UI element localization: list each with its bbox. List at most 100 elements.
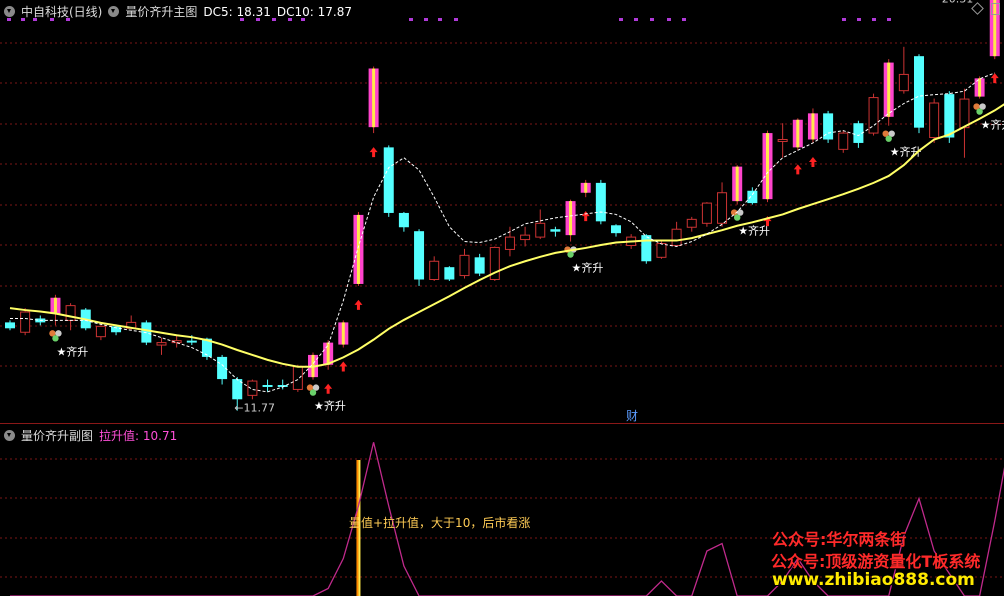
candle[interactable] bbox=[247, 379, 258, 400]
collapse-circle-icon[interactable] bbox=[4, 6, 15, 17]
candle[interactable] bbox=[414, 229, 425, 286]
top-signal-dot bbox=[667, 18, 671, 21]
candle-body-up bbox=[717, 192, 728, 224]
candle-body-up bbox=[959, 98, 970, 129]
candle[interactable] bbox=[701, 202, 712, 227]
candle-body-up bbox=[247, 380, 258, 396]
candle[interactable] bbox=[611, 224, 621, 237]
candle-body-down bbox=[383, 147, 394, 213]
top-signal-dot bbox=[887, 18, 891, 21]
candle-body-core bbox=[53, 297, 57, 315]
candle-body-down bbox=[262, 385, 273, 387]
candle-body-core bbox=[978, 78, 982, 97]
signal-label: ★齐升 bbox=[314, 399, 346, 413]
candle[interactable] bbox=[686, 216, 697, 232]
candle[interactable] bbox=[550, 226, 561, 237]
candle-body-down bbox=[414, 231, 425, 280]
stock-title: 中自科技(日线) bbox=[21, 5, 103, 19]
dc10-value: DC10: 17.87 bbox=[276, 5, 352, 19]
finance-marker[interactable]: 财 bbox=[626, 409, 638, 423]
signal-label: ★齐升 bbox=[738, 224, 770, 238]
signal-ball-icon bbox=[567, 251, 574, 258]
candle[interactable] bbox=[671, 221, 682, 247]
candle-body-up bbox=[520, 234, 531, 241]
candle[interactable] bbox=[474, 253, 485, 277]
signal-arrow-icon bbox=[990, 73, 999, 84]
candle[interactable] bbox=[580, 179, 591, 198]
candle-body-core bbox=[796, 119, 800, 148]
signal-arrow-icon bbox=[339, 361, 348, 372]
candle[interactable] bbox=[595, 179, 606, 225]
top-signal-dot bbox=[872, 18, 876, 21]
panel-toggle-icon[interactable] bbox=[991, 3, 1000, 15]
indicator-menu-icon[interactable] bbox=[108, 6, 120, 17]
candle[interactable] bbox=[883, 59, 894, 126]
candle[interactable] bbox=[429, 256, 440, 281]
candle[interactable] bbox=[353, 211, 364, 286]
candle[interactable] bbox=[383, 145, 394, 217]
candle-body-core bbox=[341, 322, 345, 345]
candle[interactable] bbox=[823, 110, 834, 143]
sub-chart-header: 量价齐升副图 拉升值: 10.71 bbox=[4, 427, 183, 444]
candle-body-core bbox=[356, 214, 360, 284]
candle[interactable] bbox=[398, 211, 409, 232]
candle-body-down bbox=[5, 322, 15, 329]
candle[interactable] bbox=[20, 308, 31, 336]
candle-body-down bbox=[944, 94, 955, 138]
candle-body-up bbox=[656, 243, 667, 258]
candle[interactable] bbox=[489, 246, 500, 281]
candle[interactable] bbox=[217, 354, 228, 385]
candle[interactable] bbox=[368, 66, 379, 134]
candle[interactable] bbox=[565, 199, 576, 242]
candle[interactable] bbox=[762, 130, 773, 203]
candle-body-up bbox=[95, 325, 106, 338]
candle[interactable] bbox=[292, 364, 303, 392]
main-indicator-name[interactable]: 量价齐升主图 bbox=[125, 5, 197, 19]
candle[interactable] bbox=[156, 337, 167, 355]
signal-ball-icon bbox=[885, 135, 892, 142]
candle[interactable] bbox=[520, 226, 531, 247]
candle[interactable] bbox=[5, 320, 15, 331]
sub-indicator-menu-icon[interactable] bbox=[4, 430, 15, 441]
top-signal-dot bbox=[438, 18, 442, 21]
sub-value-label: 拉升值: 10.71 bbox=[99, 429, 178, 443]
candle[interactable] bbox=[732, 165, 743, 205]
candle[interactable] bbox=[974, 76, 985, 99]
candle-body-up bbox=[777, 138, 788, 142]
signal-label: ★齐升 bbox=[981, 118, 1004, 132]
candle[interactable] bbox=[868, 93, 879, 136]
top-signal-dot bbox=[454, 18, 458, 21]
candle-body-up bbox=[429, 260, 440, 281]
signal-ball-icon bbox=[734, 214, 741, 221]
candle[interactable] bbox=[95, 325, 106, 341]
candle[interactable] bbox=[929, 98, 940, 143]
candle-body-down bbox=[186, 340, 197, 343]
top-signal-dot bbox=[650, 18, 654, 21]
candle[interactable] bbox=[641, 234, 652, 264]
candle[interactable] bbox=[444, 266, 455, 281]
signal-ball-icon bbox=[52, 335, 59, 342]
sub-indicator-name[interactable]: 量价齐升副图 bbox=[21, 429, 93, 443]
low-price-label: ←11.77 bbox=[234, 402, 275, 415]
candle[interactable] bbox=[838, 130, 849, 153]
candle[interactable] bbox=[717, 182, 728, 227]
top-signal-dot bbox=[842, 18, 846, 21]
candle[interactable] bbox=[338, 320, 349, 348]
candle[interactable] bbox=[262, 379, 273, 392]
candle[interactable] bbox=[535, 209, 546, 240]
main-price-chart[interactable]: ★齐升★齐升★齐升★齐升★齐升★齐升20.31←11.77财 bbox=[0, 0, 1004, 424]
candle-body-down bbox=[611, 225, 621, 234]
candle[interactable] bbox=[777, 123, 788, 158]
top-signal-dot bbox=[619, 18, 623, 21]
candle[interactable] bbox=[792, 118, 803, 151]
candle-body-down bbox=[550, 229, 561, 232]
candle[interactable] bbox=[459, 248, 470, 279]
candle-body-core bbox=[887, 62, 891, 117]
candle-body-up bbox=[292, 366, 303, 390]
candle[interactable] bbox=[807, 108, 818, 143]
candle[interactable] bbox=[959, 88, 970, 158]
main-chart-header: 中自科技(日线) 量价齐升主图 DC5: 18.31 DC10: 17.87 bbox=[4, 3, 358, 20]
signal-arrow-icon bbox=[793, 164, 802, 175]
candle[interactable] bbox=[898, 46, 909, 94]
candle[interactable] bbox=[914, 54, 924, 134]
